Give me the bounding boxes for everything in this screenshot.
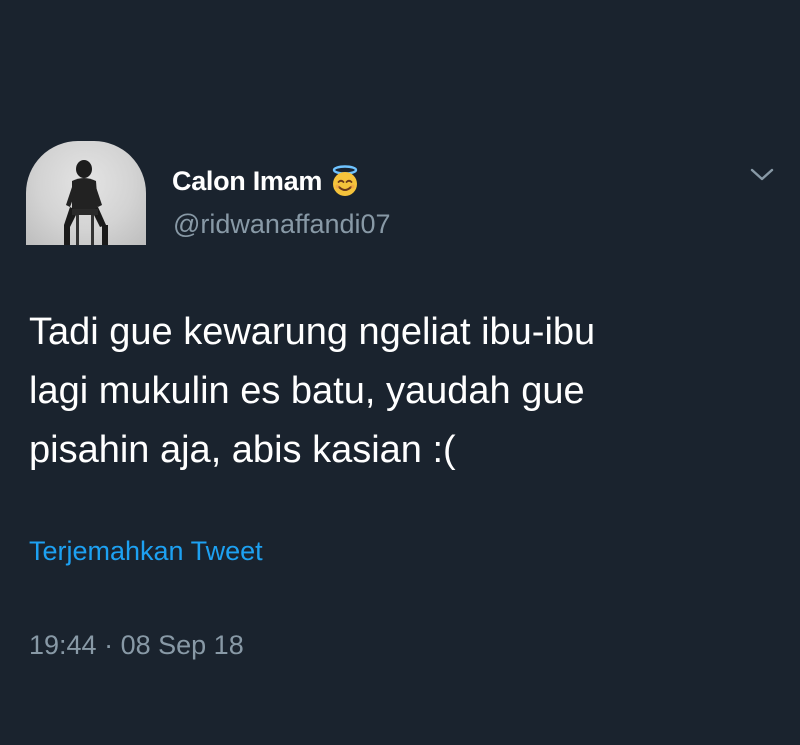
author-name-row[interactable]: Calon Imam bbox=[172, 163, 362, 199]
tweet-text-line: Tadi gue kewarung ngeliat ibu-ibu bbox=[29, 311, 596, 353]
avatar-photo bbox=[64, 160, 108, 245]
tweet-card: Calon Imam @ridwanaffandi07 Tadi gue kew… bbox=[0, 0, 800, 745]
timestamp-separator: · bbox=[104, 630, 114, 660]
avatar[interactable] bbox=[26, 141, 146, 245]
chevron-down-icon[interactable] bbox=[749, 166, 775, 184]
user-handle[interactable]: @ridwanaffandi07 bbox=[173, 209, 391, 240]
tweet-text: Tadi gue kewarung ngeliat ibu-ibu lagi m… bbox=[29, 303, 769, 480]
smiling-face-with-halo-icon bbox=[328, 164, 362, 198]
tweet-time: 19:44 bbox=[29, 630, 97, 660]
tweet-text-line: lagi mukulin es batu, yaudah gue bbox=[29, 370, 585, 412]
tweet-text-line: pisahin aja, abis kasian :( bbox=[29, 429, 456, 471]
display-name[interactable]: Calon Imam bbox=[172, 166, 322, 197]
translate-tweet-link[interactable]: Terjemahkan Tweet bbox=[29, 536, 263, 567]
tweet-timestamp: 19:44 · 08 Sep 18 bbox=[29, 630, 244, 661]
tweet-date: 08 Sep 18 bbox=[120, 630, 244, 660]
